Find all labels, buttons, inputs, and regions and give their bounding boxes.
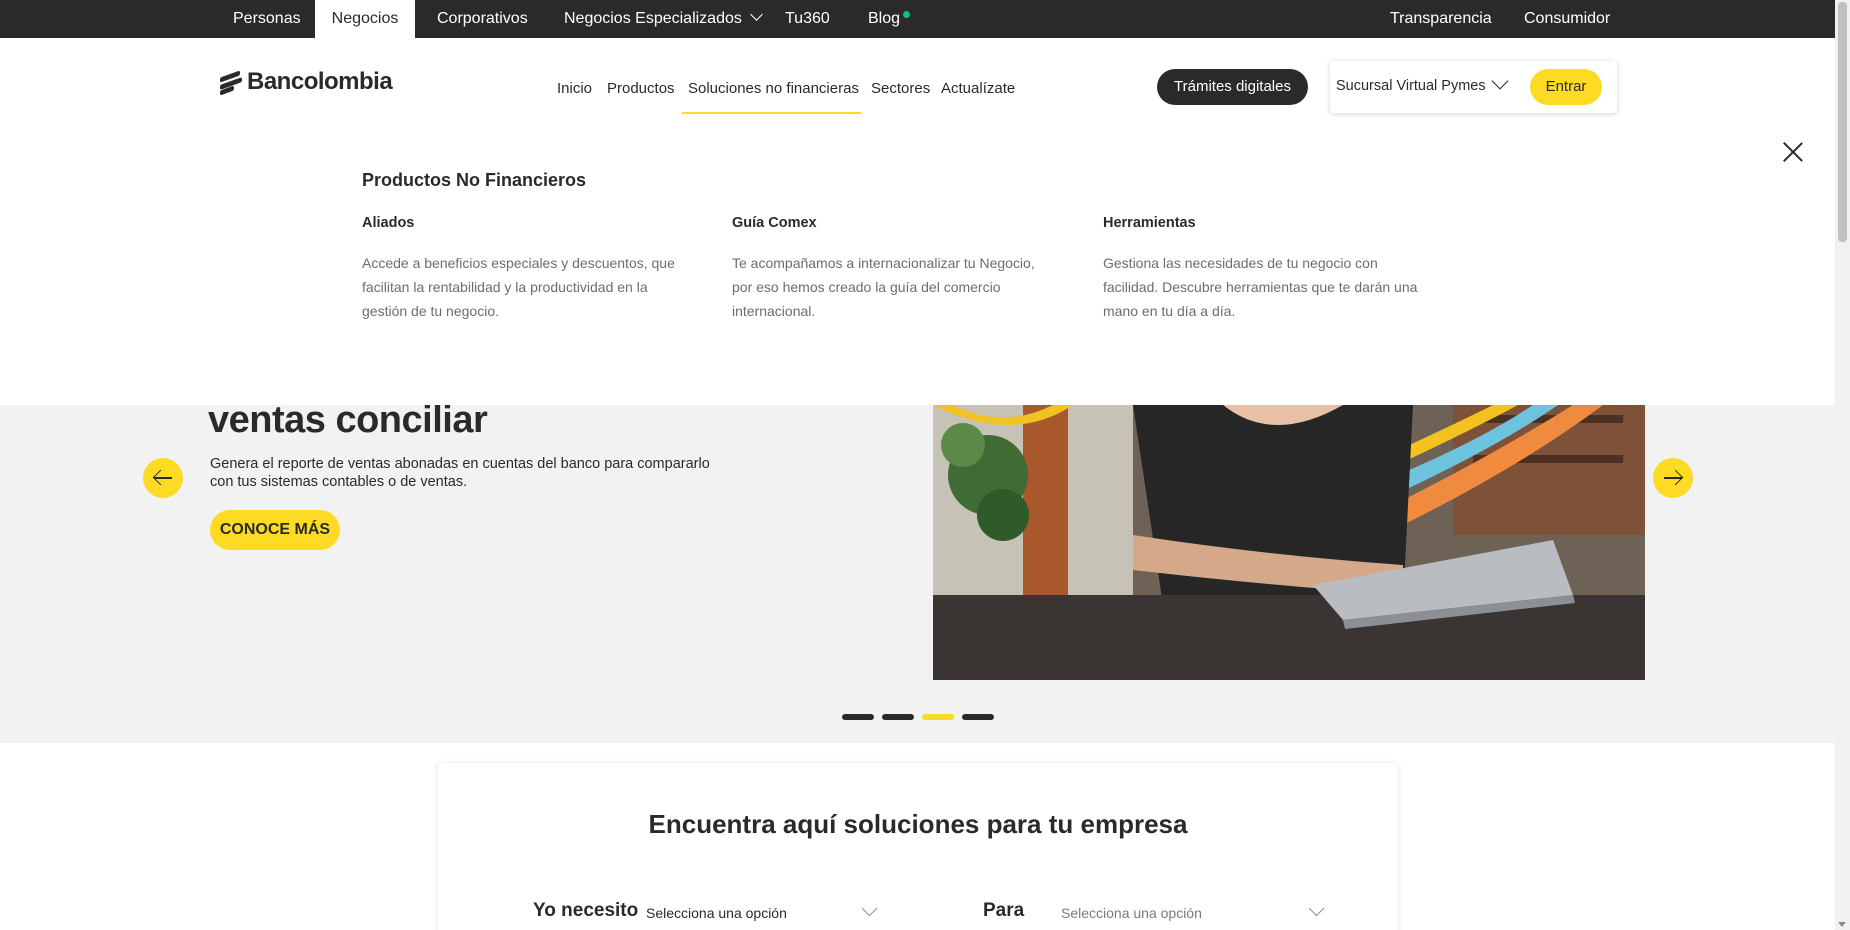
man-at-laptop-illustration: [933, 405, 1645, 680]
hero-description: Genera el reporte de ventas abonadas en …: [210, 456, 710, 490]
top-utility-bar: Personas Negocios Corporativos Negocios …: [0, 0, 1835, 38]
mega-menu-item-title[interactable]: Aliados: [362, 215, 682, 231]
topbar-link-negocios-especializados[interactable]: Negocios Especializados: [564, 0, 763, 38]
topbar-link-label: Blog: [868, 10, 901, 27]
hero-title: ventas conciliar: [208, 405, 488, 441]
topbar-link-negocios[interactable]: Negocios: [315, 0, 415, 38]
topbar-link-tu360[interactable]: Tu360: [785, 0, 830, 38]
hero-carousel: ventas conciliar Genera el reporte de ve…: [0, 405, 1835, 743]
entrar-button[interactable]: Entrar: [1530, 69, 1602, 105]
main-header: Bancolombia Inicio Productos Soluciones …: [0, 38, 1835, 118]
topbar-link-personas[interactable]: Personas: [233, 0, 301, 38]
nav-item-productos[interactable]: Productos: [607, 80, 675, 97]
active-nav-underline: [682, 112, 861, 114]
para-label: Para: [983, 900, 1025, 921]
yo-necesito-label: Yo necesito: [533, 900, 639, 921]
mega-menu-item-title[interactable]: Herramientas: [1103, 215, 1423, 231]
bancolombia-logo-icon: [220, 70, 242, 96]
topbar-link-consumidor[interactable]: Consumidor: [1524, 0, 1610, 38]
nav-item-sectores[interactable]: Sectores: [871, 80, 930, 97]
nav-item-actualizate[interactable]: Actualízate: [941, 80, 1015, 97]
topbar-link-label: Negocios Especializados: [564, 10, 742, 27]
carousel-next-button[interactable]: [1653, 458, 1693, 498]
tramites-digitales-button[interactable]: Trámites digitales: [1157, 69, 1308, 105]
topbar-link-transparencia[interactable]: Transparencia: [1390, 0, 1492, 38]
mega-menu-item-description: Accede a beneficios especiales y descuen…: [362, 255, 675, 319]
conoce-mas-button[interactable]: CONOCE MÁS: [210, 510, 340, 550]
mega-menu-item-description: Gestiona las necesidades de tu negocio c…: [1103, 255, 1418, 319]
carousel-dot[interactable]: [882, 714, 914, 720]
scroll-down-arrow-icon[interactable]: [1838, 922, 1846, 927]
topbar-link-blog[interactable]: Blog: [868, 0, 911, 38]
scrollbar-thumb[interactable]: [1838, 2, 1847, 242]
chevron-down-icon[interactable]: [1308, 900, 1325, 917]
mega-menu-panel: Productos No Financieros Aliados Accede …: [0, 118, 1835, 405]
mega-menu-item-herramientas[interactable]: Herramientas Gestiona las necesidades de…: [1103, 215, 1423, 323]
carousel-prev-button[interactable]: [143, 458, 183, 498]
yo-necesito-select[interactable]: Selecciona una opción: [646, 905, 787, 921]
carousel-dot-active[interactable]: [922, 714, 954, 720]
page-scrollbar[interactable]: [1835, 0, 1850, 930]
close-icon[interactable]: [1782, 141, 1804, 163]
finder-title: Encuentra aquí soluciones para tu empres…: [648, 809, 1188, 839]
nav-item-soluciones-no-financieras[interactable]: Soluciones no financieras: [688, 80, 859, 97]
new-dot-badge: [903, 11, 911, 18]
carousel-dot[interactable]: [842, 714, 874, 720]
nav-item-inicio[interactable]: Inicio: [557, 80, 592, 97]
mega-menu-item-title[interactable]: Guía Comex: [732, 215, 1052, 231]
mega-menu-item-description: Te acompañamos a internacionalizar tu Ne…: [732, 255, 1035, 319]
sucursal-selector-box: Sucursal Virtual Pymes Entrar: [1330, 61, 1617, 113]
mega-menu-title: Productos No Financieros: [362, 170, 587, 190]
chevron-down-icon: [750, 8, 763, 21]
mega-menu-item-aliados[interactable]: Aliados Accede a beneficios especiales y…: [362, 215, 682, 323]
para-select[interactable]: Selecciona una opción: [1061, 905, 1202, 921]
logo-text: Bancolombia: [247, 68, 393, 95]
topbar-link-corporativos[interactable]: Corporativos: [437, 0, 528, 38]
mega-menu-item-guia-comex[interactable]: Guía Comex Te acompañamos a internaciona…: [732, 215, 1052, 323]
chevron-down-icon[interactable]: [1491, 72, 1509, 90]
carousel-indicators: [842, 714, 994, 720]
carousel-dot[interactable]: [962, 714, 994, 720]
solutions-finder: Encuentra aquí soluciones para tu empres…: [438, 763, 1398, 930]
bancolombia-logo[interactable]: Bancolombia: [220, 68, 393, 96]
chevron-down-icon[interactable]: [861, 900, 878, 917]
sucursal-dropdown[interactable]: Sucursal Virtual Pymes: [1336, 78, 1486, 94]
hero-image: [933, 405, 1645, 680]
